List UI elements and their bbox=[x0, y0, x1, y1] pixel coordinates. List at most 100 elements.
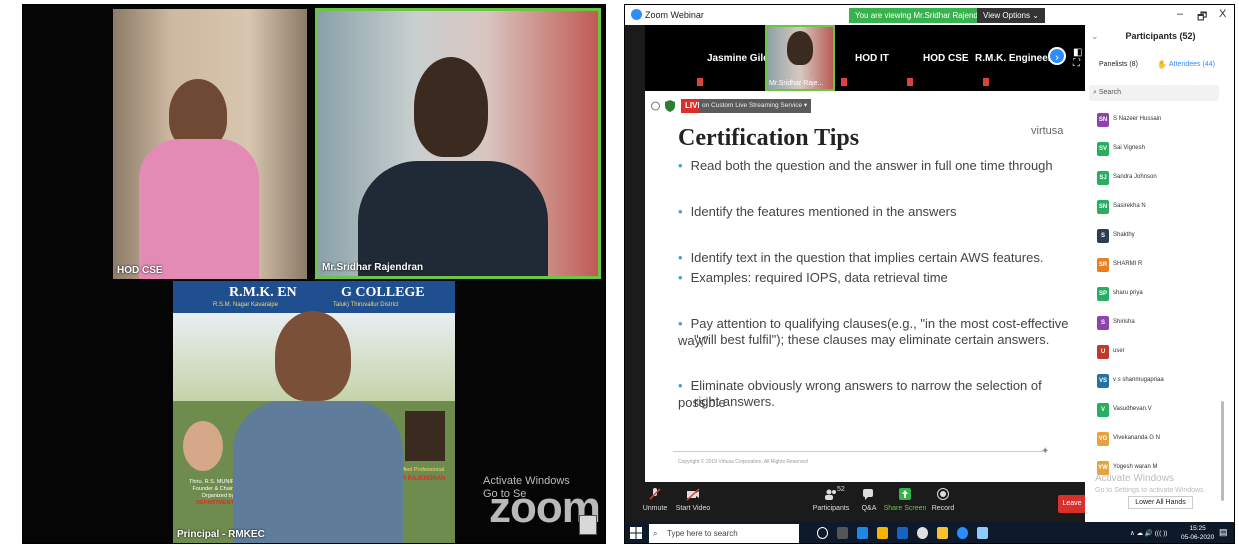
attendee-name: Yogesh waran M bbox=[1113, 464, 1158, 470]
slide-bullet-continued: right answers. bbox=[694, 393, 775, 410]
notification-icon[interactable]: ▤ bbox=[1219, 527, 1228, 538]
banner-title: R.M.K. EN bbox=[229, 285, 297, 300]
video-tile-sridhar[interactable]: Mr.Sridhar Rajendran bbox=[315, 8, 601, 279]
zoom-taskbar-icon[interactable] bbox=[957, 527, 968, 539]
list-item[interactable]: V Vasudhevan.V bbox=[1097, 403, 1227, 421]
slide-footer: Copyright © 2019 Virtusa Corporation. Al… bbox=[678, 459, 808, 465]
slide-bullet: • Identify the features mentioned in the … bbox=[678, 204, 957, 219]
participant-head bbox=[275, 311, 351, 401]
video-tile-principal[interactable]: R.M.K. EN G COLLEGE R.S.M. Nagar Kavarai… bbox=[173, 281, 455, 543]
clock[interactable]: 15:25 05-06-2020 bbox=[1181, 524, 1214, 542]
windows-start-icon[interactable] bbox=[630, 527, 642, 539]
attendee-name: sharu priya bbox=[1113, 290, 1143, 296]
tile-name: Mr.Sridhar Rajendran bbox=[322, 262, 424, 273]
list-item[interactable]: S Shakthy bbox=[1097, 229, 1227, 247]
bullet-text: Identify text in the question that impli… bbox=[690, 250, 1044, 265]
participant-head bbox=[414, 57, 488, 157]
muted-mic-icon bbox=[983, 78, 989, 86]
attendee-name: Sasirekha N bbox=[1113, 203, 1146, 209]
avatar: VS bbox=[1097, 374, 1109, 388]
search-input[interactable]: ⌕ Search bbox=[1089, 85, 1219, 101]
attendee-name: Vivekananda G N bbox=[1113, 435, 1160, 441]
attendee-name: user bbox=[1113, 348, 1125, 354]
bullet-text: Examples: required IOPS, data retrieval … bbox=[690, 270, 948, 285]
tile-name: Principal - RMKEC bbox=[177, 529, 265, 540]
avatar: SV bbox=[1097, 142, 1109, 156]
share-screen-icon bbox=[899, 488, 911, 500]
college-banner: R.M.K. EN G COLLEGE R.S.M. Nagar Kavarai… bbox=[173, 281, 455, 313]
list-item[interactable]: S Shirisha bbox=[1097, 316, 1227, 334]
view-options-button[interactable]: View Options ⌄ bbox=[977, 8, 1045, 23]
strip-participant[interactable]: HOD CSE bbox=[923, 53, 969, 64]
tab-panelists[interactable]: Panelists (8) bbox=[1099, 61, 1138, 68]
slide-bullet: • Read both the question and the answer i… bbox=[678, 158, 1053, 173]
app-taskbar-icon[interactable] bbox=[977, 527, 988, 539]
list-item[interactable]: SR SHARMI R bbox=[1097, 258, 1227, 276]
banner-sub: R.S.M. Nagar Kavaraipe bbox=[213, 302, 279, 308]
close-button[interactable]: X bbox=[1219, 8, 1226, 20]
leave-button[interactable]: Leave bbox=[1058, 495, 1086, 513]
store-icon[interactable] bbox=[897, 527, 908, 539]
minimize-button[interactable]: – bbox=[1177, 8, 1183, 20]
system-tray[interactable]: ∧ ☁ 🔊 ((( )) bbox=[1130, 529, 1167, 537]
participant-head bbox=[787, 31, 813, 65]
zoom-app-icon bbox=[631, 9, 642, 20]
list-item[interactable]: SN S Nazeer Hussain bbox=[1097, 113, 1227, 131]
slide-bullet: • Identify text in the question that impl… bbox=[678, 250, 1044, 265]
windows-taskbar: ⌕ Type here to search ∧ ☁ 🔊 ((( )) 15:25… bbox=[625, 522, 1234, 543]
banner-title-right: G COLLEGE bbox=[341, 285, 425, 300]
chrome-icon[interactable] bbox=[917, 527, 928, 539]
edge-icon[interactable] bbox=[857, 527, 868, 539]
attendee-name: Vasudhevan.V bbox=[1113, 406, 1152, 412]
bullet-text: Read both the question and the answer in… bbox=[690, 158, 1053, 173]
video-tile-hod-cse[interactable]: HOD CSE bbox=[113, 9, 307, 279]
list-item[interactable]: SJ Sandra Johnson bbox=[1097, 171, 1227, 189]
record-icon bbox=[937, 488, 949, 500]
bullet-text: right answers. bbox=[694, 394, 775, 409]
shield-icon bbox=[665, 100, 675, 112]
list-item[interactable]: SP sharu priya bbox=[1097, 287, 1227, 305]
list-item[interactable]: Uuser bbox=[1097, 345, 1227, 363]
lower-all-hands-button[interactable]: Lower All Hands bbox=[1128, 496, 1193, 509]
live-service-dropdown[interactable]: on Custom Live Streaming Service ▾ bbox=[699, 99, 811, 113]
participants-icon bbox=[825, 489, 836, 500]
avatar: SP bbox=[1097, 287, 1109, 301]
watermark-line1: Activate Windows bbox=[1095, 473, 1174, 484]
avatar: SN bbox=[1097, 113, 1109, 127]
strip-active-speaker[interactable]: Mr.Sridhar Raje... bbox=[765, 25, 835, 91]
footer-divider bbox=[673, 451, 1043, 452]
avatar: V bbox=[1097, 403, 1109, 417]
tab-attendees[interactable]: Attendees (44) bbox=[1169, 61, 1215, 68]
qa-icon bbox=[863, 489, 873, 500]
task-view-icon[interactable] bbox=[837, 527, 848, 539]
record-label: Record bbox=[931, 505, 955, 512]
record-button[interactable]: Record bbox=[913, 482, 973, 512]
list-item[interactable]: SN Sasirekha N bbox=[1097, 200, 1227, 218]
strip-participant[interactable]: R.M.K. Engineer... bbox=[975, 53, 1059, 64]
sticky-notes-icon[interactable] bbox=[937, 527, 948, 539]
poster-founder-photo bbox=[183, 421, 223, 471]
list-item[interactable]: VG Vivekananda G N bbox=[1097, 432, 1227, 450]
tile-name: HOD CSE bbox=[117, 265, 163, 276]
avatar: U bbox=[1097, 345, 1109, 359]
slide-bullet-continued: "will best fulfil"); these clauses may e… bbox=[694, 331, 1049, 348]
panel-scrollbar[interactable] bbox=[1221, 401, 1224, 501]
file-explorer-icon[interactable] bbox=[877, 527, 888, 539]
cortana-icon[interactable] bbox=[817, 527, 828, 539]
start-video-button[interactable]: Start Video bbox=[663, 482, 723, 512]
taskbar-search-input[interactable]: ⌕ Type here to search bbox=[649, 524, 799, 543]
zoom-webinar-window: Zoom Webinar You are viewing Mr.Sridhar … bbox=[624, 4, 1235, 544]
banner-sub-right: Taluk) Thiruvallur District bbox=[333, 302, 399, 308]
layout-icon[interactable]: ◧ ⛶ bbox=[1073, 47, 1085, 69]
list-item[interactable]: SV Sai Vignesh bbox=[1097, 142, 1227, 160]
list-item[interactable]: VS v s shanmugapriaa bbox=[1097, 374, 1227, 392]
strip-participant[interactable]: HOD IT bbox=[855, 53, 889, 64]
window-title: Zoom Webinar bbox=[645, 10, 704, 20]
search-placeholder: Search bbox=[1098, 89, 1122, 96]
participants-panel: ⌄ Participants (52) Panelists (8) ✋ Atte… bbox=[1085, 25, 1234, 522]
clock-time: 15:25 bbox=[1189, 525, 1206, 532]
title-bar: Zoom Webinar You are viewing Mr.Sridhar … bbox=[625, 5, 1234, 25]
gallery-view-screenshot: HOD CSE Mr.Sridhar Rajendran R.M.K. EN G… bbox=[22, 4, 606, 544]
shared-screen: LIVE on Custom Live Streaming Service ▾ … bbox=[645, 91, 1085, 482]
next-page-button[interactable]: › bbox=[1048, 47, 1066, 65]
